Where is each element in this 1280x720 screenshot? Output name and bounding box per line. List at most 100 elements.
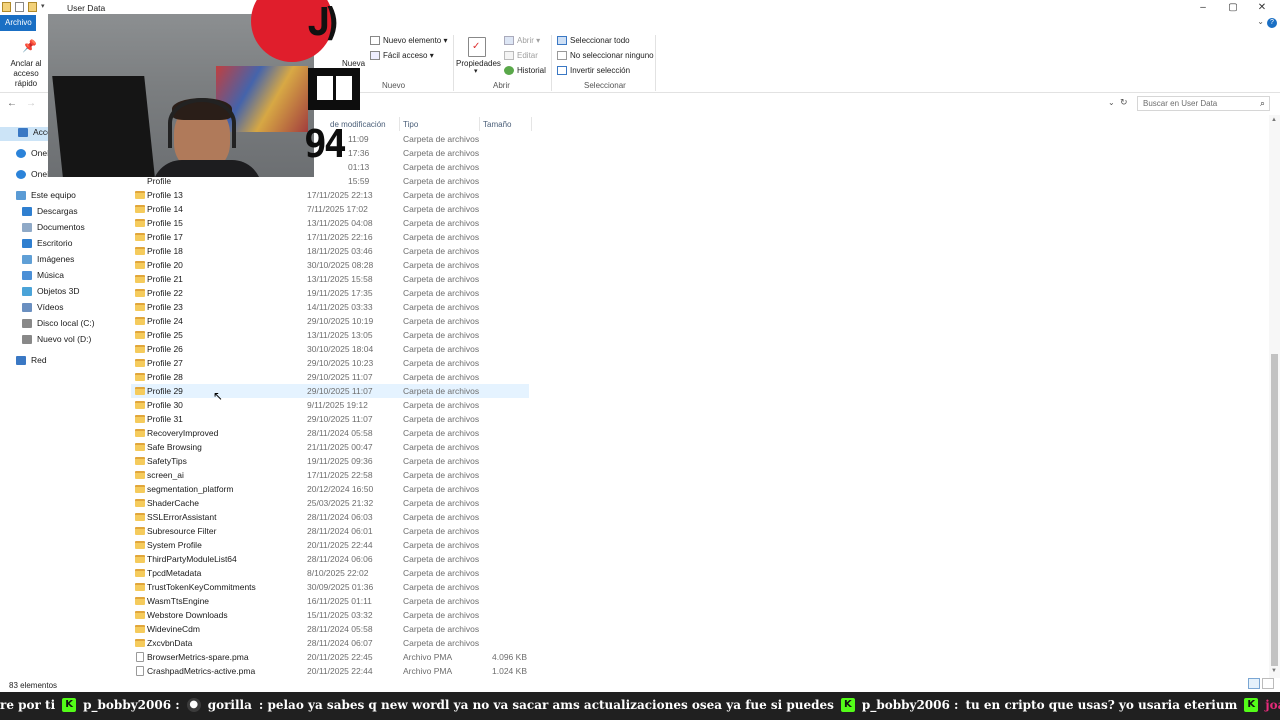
sidebar-item-8[interactable]: Música [22,270,64,280]
select-none-button[interactable]: No seleccionar ninguno [557,51,654,61]
table-row[interactable]: Safe Browsing 21/11/2025 00:47 Carpeta de … [131,440,529,454]
scrollbar-thumb[interactable] [1271,354,1278,666]
table-row[interactable]: Profile 27 29/10/2025 10:23 Carpeta de arc… [131,356,529,370]
table-row[interactable]: Profile 28 29/10/2025 11:07 Carpeta de arc… [131,370,529,384]
column-type[interactable]: Tipo [403,120,418,129]
help-icon[interactable]: ? [1267,18,1277,28]
row-date: 17:36 [348,148,370,158]
table-row[interactable]: Profile 13 17/11/2025 22:13 Carpeta de arc… [131,188,529,202]
edit-icon [504,51,514,61]
table-row[interactable]: Profile 24 29/10/2025 10:19 Carpeta de arc… [131,314,529,328]
table-row[interactable]: Profile 29 29/10/2025 11:07 Carpeta de arc… [131,384,529,398]
sidebar-item-13[interactable]: Red [16,355,47,365]
new-folder-icon[interactable] [28,2,37,12]
sidebar-item-7[interactable]: Imágenes [22,254,74,264]
edit-button[interactable]: Editar [504,51,538,61]
minimize-button[interactable]: – [1196,2,1210,13]
sidebar-item-11[interactable]: Disco local (C:) [22,318,95,328]
sidebar-item-3[interactable]: Este equipo [16,190,76,200]
table-row[interactable]: segmentation_platform 20/12/2024 16:50 Car… [131,482,529,496]
tab-archivo[interactable]: Archivo [0,15,36,31]
table-row[interactable]: Profile 18 18/11/2025 03:46 Carpeta de arc… [131,244,529,258]
history-button[interactable]: Historial [504,66,546,76]
scroll-up-arrow-icon[interactable]: ▲ [1271,117,1277,123]
open-button[interactable]: Abrir ▾ [504,36,540,46]
table-row[interactable]: Profile 30 9/11/2025 19:12 Carpeta de arch… [131,398,529,412]
sidebar-item-4[interactable]: Descargas [22,206,78,216]
chevron-down-icon[interactable]: ▾ [474,67,478,75]
refresh-icon[interactable]: ↻ [1120,97,1128,108]
column-size[interactable]: Tamaño [483,120,511,129]
folder-icon[interactable] [2,2,11,12]
table-row[interactable]: Profile 23 14/11/2025 03:33 Carpeta de arc… [131,300,529,314]
table-row[interactable]: Profile 20 30/10/2025 08:28 Carpeta de arc… [131,258,529,272]
table-row[interactable]: Profile 31 29/10/2025 11:07 Carpeta de arc… [131,412,529,426]
chat-badge-icon: K [840,698,855,712]
table-row[interactable]: BrowserMetrics-spare.pma 20/11/2025 22:45… [131,650,529,664]
table-row[interactable]: ShaderCache 25/03/2025 21:32 Carpeta de ar… [131,496,529,510]
column-divider[interactable] [399,117,400,131]
properties-button[interactable]: Propiedades [456,59,501,68]
pin-icon[interactable]: 📌 [22,39,37,53]
chevron-down-icon[interactable]: ▾ [41,2,45,12]
table-row[interactable]: WidevineCdm 28/11/2024 05:58 Carpeta de ar… [131,622,529,636]
back-arrow-icon[interactable]: ← [7,98,17,109]
easy-access-button[interactable]: Fácil acceso ▾ [370,51,434,61]
scroll-down-arrow-icon[interactable]: ▼ [1271,668,1277,674]
table-row[interactable]: screen_ai 17/11/2025 22:58 Carpeta de arch… [131,468,529,482]
table-row[interactable]: TrustTokenKeyCommitments 30/09/2025 01:36… [131,580,529,594]
table-row[interactable]: WasmTtsEngine 16/11/2025 01:11 Carpeta de … [131,594,529,608]
table-row[interactable]: TpcdMetadata 8/10/2025 22:02 Carpeta de ar… [131,566,529,580]
sidebar-item-9[interactable]: Objetos 3D [22,286,80,296]
ribbon-collapse-icon[interactable]: ⌄ [1257,17,1264,26]
properties-icon[interactable] [15,2,24,12]
vertical-scrollbar[interactable]: ▲ ▼ [1269,115,1280,678]
table-row[interactable]: SSLErrorAssistant 28/11/2024 06:03 Carpeta… [131,510,529,524]
forward-arrow-icon[interactable]: → [26,98,36,109]
column-divider[interactable] [531,117,532,131]
details-view-button[interactable] [1248,678,1260,689]
sidebar-item-12[interactable]: Nuevo vol (D:) [22,334,91,344]
sidebar-item-label: Música [37,270,64,280]
address-dropdown-icon[interactable]: ⌄ [1108,98,1115,107]
table-row[interactable]: Profile 26 30/10/2025 18:04 Carpeta de arc… [131,342,529,356]
folder-icon [135,415,145,423]
column-divider[interactable] [479,117,480,131]
folder-icon [135,387,145,395]
close-button[interactable]: ✕ [1255,2,1269,13]
row-name: Profile 21 [147,274,183,284]
table-row[interactable]: Profile 22 19/11/2025 17:35 Carpeta de arc… [131,286,529,300]
table-row[interactable]: Profile 21 13/11/2025 15:58 Carpeta de arc… [131,272,529,286]
select-all-button[interactable]: Seleccionar todo [557,36,630,46]
row-name: Profile 27 [147,358,183,368]
table-row[interactable]: Profile 25 13/11/2025 13:05 Carpeta de arc… [131,328,529,342]
table-row[interactable]: Webstore Downloads 15/11/2025 03:32 Carpet… [131,608,529,622]
new-folder-button[interactable]: Nueva [342,59,365,68]
maximize-button[interactable]: ▢ [1226,2,1240,13]
select-none-icon [557,51,567,61]
table-row[interactable]: RecoveryImproved 28/11/2024 05:58 Carpeta … [131,426,529,440]
table-row[interactable]: Profile 17 17/11/2025 22:16 Carpeta de arc… [131,230,529,244]
folder-icon [135,625,145,633]
sidebar-item-10[interactable]: Vídeos [22,302,63,312]
invert-selection-button[interactable]: Invertir selección [557,66,630,76]
table-row[interactable]: Profile 15 13/11/2025 04:08 Carpeta de arc… [131,216,529,230]
new-item-button[interactable]: Nuevo elemento ▾ [370,36,448,46]
large-icons-view-button[interactable] [1262,678,1274,689]
pin-quick-access-button[interactable]: Anclar al acceso rápido [4,59,48,89]
table-row[interactable]: ThirdPartyModuleList64 28/11/2024 06:06 Ca… [131,552,529,566]
row-date: 15:59 [348,176,370,186]
search-input[interactable]: Buscar en User Data ⌕ [1137,96,1270,111]
table-row[interactable]: Profile 14 7/11/2025 17:02 Carpeta de arch… [131,202,529,216]
table-row[interactable]: CrashpadMetrics-active.pma 20/11/2025 22:… [131,664,529,678]
table-row[interactable]: System Profile 20/11/2025 22:44 Carpeta de… [131,538,529,552]
sidebar-item-6[interactable]: Escritorio [22,238,72,248]
table-row[interactable]: ZxcvbnData 28/11/2024 06:07 Carpeta de arc… [131,636,529,650]
row-name: Profile [147,176,172,186]
sidebar-item-5[interactable]: Documentos [22,222,85,232]
table-row[interactable]: Subresource Filter 28/11/2024 06:01 Carpet… [131,524,529,538]
file-icon [136,652,144,662]
chat-ticker: re por ti Kp_bobby2006 : ● gorilla: pelao y… [0,692,1280,720]
table-row[interactable]: SafetyTips 19/11/2025 09:36 Carpeta de arc… [131,454,529,468]
search-icon[interactable]: ⌕ [1260,98,1265,109]
